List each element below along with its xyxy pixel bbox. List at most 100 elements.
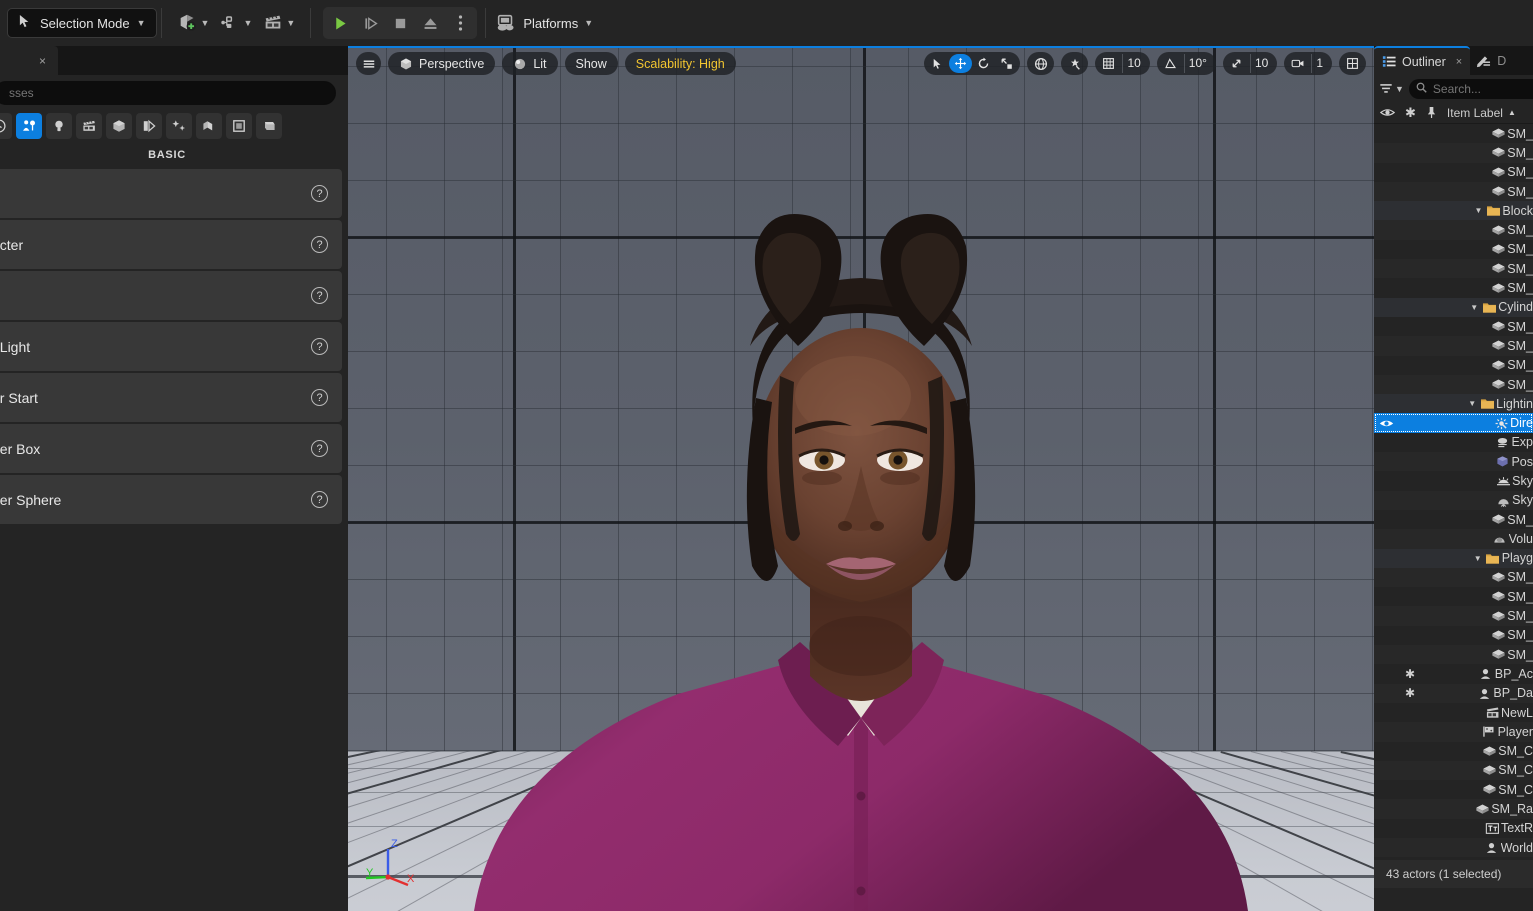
place-actors-tab[interactable]: ×: [0, 46, 58, 75]
outliner-item-row[interactable]: Player: [1374, 722, 1533, 742]
outliner-item-row[interactable]: SM_C: [1374, 780, 1533, 799]
tab-details[interactable]: D: [1470, 46, 1514, 75]
skip-button[interactable]: [355, 8, 385, 38]
outliner-item-row[interactable]: Dire: [1374, 413, 1533, 433]
place-actor-item[interactable]: t Light?: [0, 322, 342, 371]
category-volumes[interactable]: [166, 113, 192, 139]
outliner-item-row[interactable]: SM_: [1374, 587, 1533, 606]
folder-expand-twisty[interactable]: ▼: [1472, 554, 1484, 563]
play-button[interactable]: [325, 8, 355, 38]
move-tool-button[interactable]: [949, 54, 973, 73]
close-icon[interactable]: ×: [39, 54, 46, 68]
outliner-item-row[interactable]: SM_: [1374, 143, 1533, 163]
outliner-folder-row[interactable]: ▼ Playg: [1374, 548, 1533, 568]
outliner-item-row[interactable]: Volu: [1374, 529, 1533, 549]
help-icon[interactable]: ?: [311, 440, 328, 457]
outliner-item-row[interactable]: NewL: [1374, 703, 1533, 722]
select-tool-button[interactable]: [926, 54, 949, 73]
outliner-filter-button[interactable]: ▼: [1379, 82, 1404, 95]
viewport-menu-button[interactable]: [356, 52, 381, 75]
favorite-column-header[interactable]: ✱: [1405, 105, 1416, 121]
outliner-item-row[interactable]: Sky: [1374, 490, 1533, 510]
outliner-item-row[interactable]: Exp: [1374, 433, 1533, 452]
viewport-layout-button[interactable]: [1341, 54, 1364, 73]
outliner-item-row[interactable]: SM_: [1374, 567, 1533, 588]
place-actor-item[interactable]: acter?: [0, 220, 342, 269]
selection-mode-dropdown[interactable]: Selection Mode ▼: [7, 8, 157, 38]
camera-speed-button[interactable]: [1286, 54, 1309, 73]
play-options-button[interactable]: [445, 8, 475, 38]
add-content-button[interactable]: ▼: [172, 7, 215, 39]
outliner-item-row[interactable]: SM_: [1374, 356, 1533, 375]
grid-snap-value[interactable]: 10: [1122, 54, 1147, 73]
category-all-classes[interactable]: [196, 113, 222, 139]
outliner-item-row[interactable]: SM_Ra: [1374, 799, 1533, 819]
place-actors-search-input[interactable]: [0, 81, 336, 105]
outliner-item-row[interactable]: SM_: [1374, 124, 1533, 143]
platforms-button[interactable]: Platforms ▼: [490, 7, 598, 39]
outliner-item-row[interactable]: Pos: [1374, 452, 1533, 472]
folder-expand-twisty[interactable]: ▼: [1472, 206, 1484, 215]
help-icon[interactable]: ?: [311, 491, 328, 508]
category-basic[interactable]: [16, 113, 42, 139]
place-actor-item[interactable]: ger Box?: [0, 424, 342, 473]
close-icon[interactable]: ×: [1456, 56, 1462, 68]
place-actor-item[interactable]: r?: [0, 169, 342, 218]
outliner-item-row[interactable]: SM_: [1374, 278, 1533, 297]
category-panel-icon-10[interactable]: [256, 113, 282, 139]
help-icon[interactable]: ?: [311, 236, 328, 253]
outliner-item-row[interactable]: Sky: [1374, 471, 1533, 490]
tab-outliner[interactable]: Outliner ×: [1374, 46, 1471, 75]
outliner-item-row[interactable]: TextR: [1374, 819, 1533, 838]
outliner-item-row[interactable]: SM_: [1374, 240, 1533, 259]
outliner-item-row[interactable]: SM_C: [1374, 760, 1533, 781]
scalability-dropdown[interactable]: Scalability: High: [624, 52, 736, 75]
grid-snap-toggle[interactable]: [1097, 54, 1120, 73]
outliner-item-row[interactable]: SM_: [1374, 606, 1533, 626]
help-icon[interactable]: ?: [311, 389, 328, 406]
scale-tool-button[interactable]: [995, 54, 1018, 73]
stop-button[interactable]: [385, 8, 415, 38]
outliner-item-row[interactable]: SM_: [1374, 181, 1533, 202]
outliner-item-row[interactable]: SM_: [1374, 626, 1533, 645]
row-favorite-toggle[interactable]: ✱: [1398, 686, 1422, 700]
place-actor-item[interactable]: ger Sphere?: [0, 475, 342, 524]
angle-snap-value[interactable]: 10°: [1183, 54, 1214, 73]
outliner-item-row[interactable]: SM_: [1374, 220, 1533, 240]
show-flags-dropdown[interactable]: Show: [564, 52, 618, 75]
place-actor-item[interactable]: n?: [0, 271, 342, 320]
blueprints-button[interactable]: ▼: [214, 7, 257, 39]
outliner-folder-row[interactable]: ▼ Lightin: [1374, 394, 1533, 414]
row-favorite-toggle[interactable]: ✱: [1398, 667, 1422, 681]
category-panel-icon-9[interactable]: [226, 113, 252, 139]
folder-expand-twisty[interactable]: ▼: [1466, 399, 1478, 408]
category-recently-placed[interactable]: [0, 113, 12, 139]
camera-perspective-dropdown[interactable]: Perspective: [388, 52, 496, 75]
world-coordinate-toggle[interactable]: [1029, 54, 1052, 73]
outliner-item-row[interactable]: SM_: [1374, 163, 1533, 182]
scale-snap-value[interactable]: 10: [1249, 54, 1275, 73]
outliner-item-row[interactable]: SM_: [1374, 645, 1533, 665]
level-viewport[interactable]: Perspective Lit Show Scalability: High 1…: [348, 46, 1374, 911]
cinematics-button[interactable]: ▼: [257, 7, 300, 39]
category-geometry[interactable]: [136, 113, 162, 139]
outliner-item-row[interactable]: SM_: [1374, 336, 1533, 356]
outliner-search-input[interactable]: [1408, 78, 1533, 99]
surface-snap-toggle[interactable]: [1063, 54, 1086, 73]
outliner-item-row[interactable]: SM_: [1374, 374, 1533, 395]
help-icon[interactable]: ?: [311, 287, 328, 304]
outliner-item-row[interactable]: SM_C: [1374, 742, 1533, 761]
folder-expand-twisty[interactable]: ▼: [1468, 303, 1480, 312]
outliner-item-row[interactable]: ✱ BP_Ac: [1374, 664, 1533, 683]
angle-snap-toggle[interactable]: [1159, 54, 1182, 73]
outliner-item-row[interactable]: SM_: [1374, 317, 1533, 336]
category-lights[interactable]: [46, 113, 72, 139]
place-actor-item[interactable]: er Start?: [0, 373, 342, 422]
eject-button[interactable]: [415, 8, 445, 38]
outliner-item-row[interactable]: ✱ BP_Da: [1374, 683, 1533, 703]
rotate-tool-button[interactable]: [972, 54, 995, 73]
scale-snap-toggle[interactable]: [1225, 54, 1248, 73]
category-cinematic[interactable]: [76, 113, 102, 139]
outliner-folder-row[interactable]: ▼ Block: [1374, 201, 1533, 221]
item-label-column-header[interactable]: Item Label ▲: [1447, 106, 1516, 120]
